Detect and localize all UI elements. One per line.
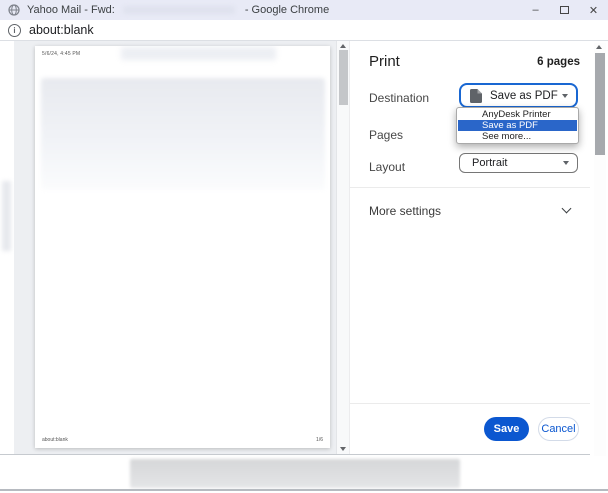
dropdown-item-2[interactable]: See more... bbox=[458, 131, 577, 142]
dialog-footer: Save Cancel bbox=[350, 403, 591, 454]
window-title: Yahoo Mail - Fwd: bbox=[27, 4, 115, 16]
page-underlay-left bbox=[0, 41, 14, 454]
chevron-down-icon bbox=[561, 203, 572, 214]
minimize-button[interactable]: – bbox=[521, 0, 550, 20]
layout-value: Portrait bbox=[472, 157, 508, 169]
redacted-title-text bbox=[122, 6, 235, 14]
pages-label: Pages bbox=[369, 128, 404, 142]
page-bottom-edge bbox=[0, 489, 608, 491]
window-scrollbar-thumb[interactable] bbox=[595, 53, 605, 155]
destination-value: Save as PDF bbox=[490, 89, 558, 102]
url-text[interactable]: about:blank bbox=[29, 23, 94, 37]
preview-scrollbar[interactable] bbox=[336, 41, 349, 454]
redacted-email-content bbox=[41, 78, 325, 190]
window-scrollbar[interactable] bbox=[594, 43, 606, 484]
more-settings-row[interactable]: More settings bbox=[350, 196, 591, 226]
redacted-subject-line bbox=[121, 47, 276, 60]
globe-favicon-icon bbox=[8, 4, 20, 16]
destination-select[interactable]: Save as PDF bbox=[459, 83, 578, 108]
page-underlay-bottom bbox=[0, 456, 608, 489]
print-dialog: 5/6/24, 4:45 PM about:blank 1/6 Print 6 … bbox=[0, 41, 591, 455]
scroll-down-icon[interactable] bbox=[340, 447, 346, 451]
pages-count: 6 pages bbox=[537, 56, 580, 68]
preview-header-datetime: 5/6/24, 4:45 PM bbox=[42, 51, 81, 57]
dialog-title: Print bbox=[369, 53, 400, 70]
window-titlebar: Yahoo Mail - Fwd: - Google Chrome – ✕ bbox=[0, 0, 608, 20]
destination-label: Destination bbox=[369, 91, 430, 105]
preview-scrollbar-thumb[interactable] bbox=[339, 50, 348, 105]
redacted-page-content bbox=[130, 459, 460, 488]
divider bbox=[350, 187, 591, 188]
window-controls: – ✕ bbox=[521, 0, 608, 20]
address-bar[interactable]: i about:blank bbox=[0, 20, 608, 41]
scroll-up-icon[interactable] bbox=[596, 45, 602, 49]
caret-down-icon bbox=[562, 93, 568, 98]
maximize-button[interactable] bbox=[550, 0, 579, 20]
redacted-page-content bbox=[2, 181, 11, 251]
more-settings-label: More settings bbox=[369, 204, 442, 218]
layout-select[interactable]: Portrait bbox=[459, 153, 578, 173]
print-settings-panel: Print 6 pages Destination Save as PDF An… bbox=[349, 41, 591, 454]
pdf-document-icon bbox=[470, 88, 482, 103]
layout-label: Layout bbox=[369, 160, 406, 174]
dropdown-item-0[interactable]: AnyDesk Printer bbox=[458, 109, 577, 120]
info-icon[interactable]: i bbox=[8, 23, 21, 37]
close-button[interactable]: ✕ bbox=[579, 0, 608, 20]
window-title-app: - Google Chrome bbox=[244, 4, 330, 16]
preview-footer-url: about:blank bbox=[42, 437, 68, 443]
cancel-button[interactable]: Cancel bbox=[538, 417, 579, 441]
save-button[interactable]: Save bbox=[484, 417, 529, 441]
maximize-icon bbox=[560, 6, 569, 14]
destination-dropdown-menu: AnyDesk Printer Save as PDF See more... bbox=[456, 107, 579, 144]
caret-down-icon bbox=[563, 161, 569, 165]
preview-footer-page-number: 1/6 bbox=[316, 437, 323, 443]
print-preview-page: 5/6/24, 4:45 PM about:blank 1/6 bbox=[35, 46, 330, 448]
dropdown-item-1[interactable]: Save as PDF bbox=[458, 120, 577, 131]
scroll-up-icon[interactable] bbox=[340, 44, 346, 48]
